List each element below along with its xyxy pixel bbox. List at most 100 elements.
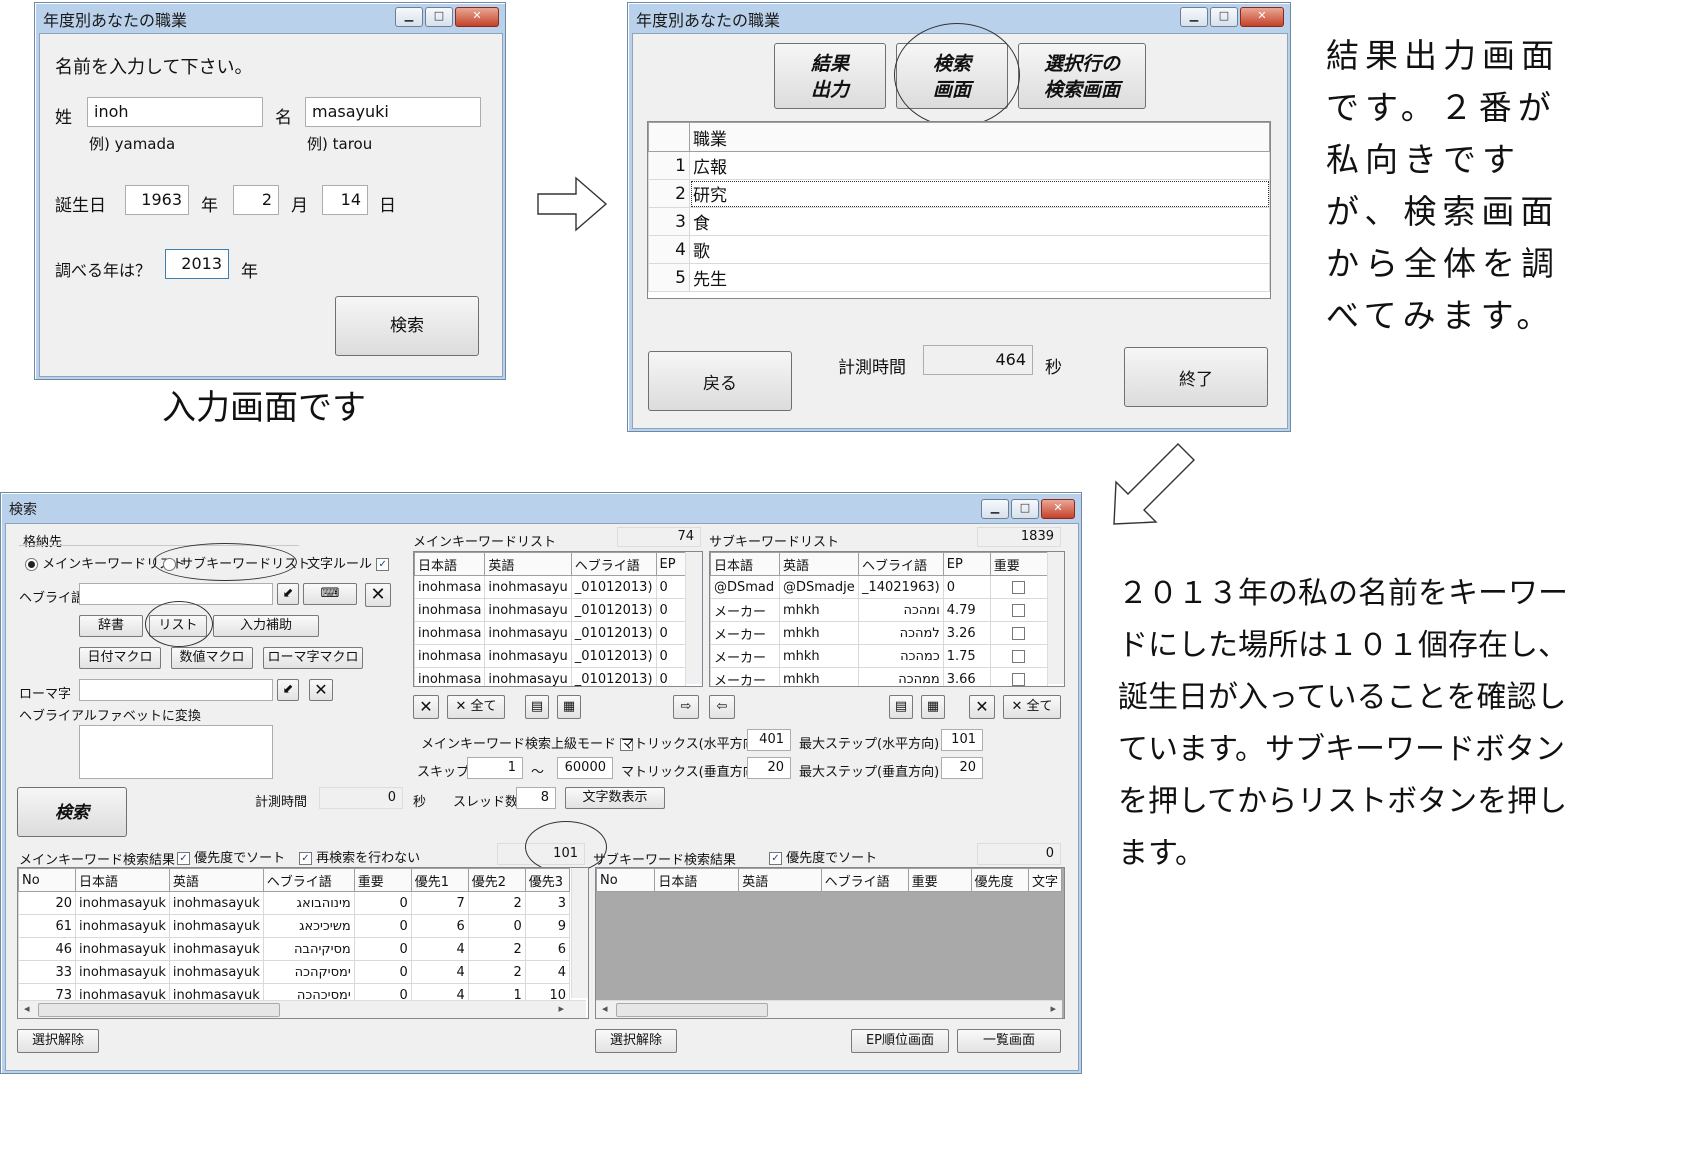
scroll-left-icon[interactable]: ◂	[24, 1002, 30, 1015]
matrix-h-input[interactable]: 401	[747, 729, 791, 751]
maximize-icon[interactable]: □	[1210, 7, 1238, 27]
horizontal-scrollbar[interactable]: ◂ ▸	[596, 1000, 1062, 1018]
radio-main-dot[interactable]	[25, 558, 38, 571]
birth-month-input[interactable]: 2	[233, 185, 279, 215]
main-result-table[interactable]: No 日本語 英語 ヘブライ語 重要 優先1 優先2 優先3 20 inohmas…	[17, 867, 589, 1019]
table-row[interactable]: 5 先生	[648, 263, 1270, 292]
roman-insert-button[interactable]: ⬋	[277, 679, 299, 701]
sort-priority[interactable]: ✓ 優先度でソート	[177, 847, 285, 866]
table-row[interactable]: inohmasa inohmasayu _01012013) 0	[414, 644, 687, 668]
table-row[interactable]: 2 研究	[648, 179, 1270, 208]
sub-keyword-list[interactable]: 日本語 英語 ヘブライ語 EP 重要 @DSmad @DSmadje _140219…	[709, 551, 1065, 687]
open-sub-button[interactable]: ▦	[921, 695, 945, 719]
important-checkbox[interactable]	[1012, 603, 1026, 617]
important-checkbox[interactable]	[1012, 672, 1026, 686]
result-output-button[interactable]: 結果 出力	[774, 43, 886, 109]
vertical-scrollbar[interactable]	[685, 552, 702, 684]
scroll-left-icon[interactable]: ◂	[602, 1002, 608, 1015]
char-rule[interactable]: 文字ルール ✓	[307, 553, 390, 572]
deselect-sub-button[interactable]: 選択解除	[595, 1029, 677, 1053]
roman-macro-button[interactable]: ローマ字マクロ	[263, 647, 363, 669]
table-row[interactable]: 33 inohmasayuk inohmasayuk ימסיקהכה 0 4 2 4	[18, 960, 571, 984]
table-row[interactable]: inohmasa inohmasayu _01012013) 0	[414, 575, 687, 599]
close-icon[interactable]: ✕	[455, 7, 499, 27]
convert-output[interactable]	[79, 725, 273, 779]
mei-input[interactable]: masayuki	[305, 97, 481, 127]
sub-result-table[interactable]: No 日本語 英語 ヘブライ語 重要 優先度 文字 ◂ ▸	[595, 867, 1065, 1019]
exit-button[interactable]: 終了	[1124, 347, 1268, 407]
selected-row-search-button[interactable]: 選択行の 検索画面	[1018, 43, 1146, 109]
scroll-thumb[interactable]	[38, 1003, 280, 1017]
sort-priority-checkbox[interactable]: ✓	[177, 852, 190, 865]
input-help-button[interactable]: 入力補助	[213, 615, 319, 637]
char-rule-checkbox[interactable]: ✓	[376, 558, 390, 571]
list-view-button[interactable]: 一覧画面	[957, 1029, 1061, 1053]
delete-all-sub-button[interactable]: ✕ 全て	[1003, 695, 1061, 719]
keyboard-button[interactable]: ⌨	[303, 583, 357, 605]
number-macro-button[interactable]: 数値マクロ	[171, 647, 253, 669]
sub-sort-priority-checkbox[interactable]: ✓	[769, 852, 782, 865]
deselect-main-button[interactable]: 選択解除	[17, 1029, 99, 1053]
scroll-right-icon[interactable]: ▸	[558, 1002, 564, 1015]
birth-year-input[interactable]: 1963	[125, 185, 189, 215]
scroll-thumb[interactable]	[616, 1003, 768, 1017]
important-checkbox[interactable]	[1012, 580, 1026, 594]
job-cell[interactable]: 食	[689, 207, 1270, 236]
main-keyword-list[interactable]: 日本語 英語 ヘブライ語 EP inohmasa inohmasayu _01012…	[413, 551, 703, 687]
clear-roman-button[interactable]: ✕	[309, 679, 333, 701]
roman-input[interactable]	[79, 679, 273, 701]
advanced-mode[interactable]: メインキーワード検索上級モード	[421, 733, 634, 752]
delete-main-button[interactable]: ✕	[413, 695, 439, 719]
delete-all-main-button[interactable]: ✕ 全て	[447, 695, 505, 719]
table-row[interactable]: inohmasa inohmasayu _01012013) 0	[414, 621, 687, 645]
birth-day-input[interactable]: 14	[322, 185, 368, 215]
save-sub-button[interactable]: ▤	[889, 695, 913, 719]
minimize-icon[interactable]: ▁	[395, 7, 423, 27]
search-button[interactable]: 検索	[335, 296, 479, 356]
date-macro-button[interactable]: 日付マクロ	[79, 647, 161, 669]
no-research-checkbox[interactable]: ✓	[299, 852, 312, 865]
table-row[interactable]: メーカー mhkh למהכה 3.26	[710, 621, 1049, 645]
ep-rank-button[interactable]: EP順位画面	[851, 1029, 949, 1053]
scroll-right-icon[interactable]: ▸	[1050, 1002, 1056, 1015]
maximize-icon[interactable]: □	[425, 7, 453, 27]
table-row[interactable]: inohmasa inohmasayu _01012013) 0	[414, 667, 687, 686]
back-button[interactable]: 戻る	[648, 351, 792, 411]
move-left-button[interactable]: ⇦	[709, 695, 735, 719]
job-cell[interactable]: 広報	[689, 151, 1270, 180]
table-row[interactable]: メーカー mhkh ממהכה 3.66	[710, 667, 1049, 686]
job-cell[interactable]: 先生	[689, 263, 1270, 292]
table-row[interactable]: 1 広報	[648, 151, 1270, 180]
skip-from-input[interactable]: 1	[467, 757, 523, 779]
sei-input[interactable]: inoh	[87, 97, 263, 127]
skip-to-input[interactable]: 60000	[557, 757, 613, 779]
thread-input[interactable]: 8	[516, 787, 556, 809]
maximize-icon[interactable]: □	[1011, 499, 1039, 519]
table-row[interactable]: 3食	[648, 207, 1270, 236]
job-cell[interactable]: 歌	[689, 235, 1270, 264]
max-step-h-input[interactable]: 101	[941, 729, 983, 751]
insert-arrow-button[interactable]: ⬋	[277, 583, 299, 605]
table-row[interactable]: @DSmad @DSmadje _14021963) 0	[710, 575, 1049, 599]
table-row[interactable]: メーカー mhkh ומהכה 4.79	[710, 598, 1049, 622]
save-main-button[interactable]: ▤	[525, 695, 549, 719]
table-row[interactable]: 4歌	[648, 235, 1270, 264]
delete-sub-button[interactable]: ✕	[969, 695, 995, 719]
sub-sort-priority[interactable]: ✓ 優先度でソート	[769, 847, 877, 866]
char-count-button[interactable]: 文字数表示	[565, 787, 665, 809]
max-step-v-input[interactable]: 20	[941, 757, 983, 779]
move-right-button[interactable]: ⇨	[673, 695, 699, 719]
important-checkbox[interactable]	[1012, 626, 1026, 640]
close-icon[interactable]: ✕	[1041, 499, 1075, 519]
table-row[interactable]: 61 inohmasayuk inohmasayuk משיכיכאג 0 6 0 9	[18, 914, 571, 938]
table-row[interactable]: 20 inohmasayuk inohmasayuk מינוהבואג 0 7 2 3	[18, 891, 571, 915]
minimize-icon[interactable]: ▁	[1180, 7, 1208, 27]
minimize-icon[interactable]: ▁	[981, 499, 1009, 519]
open-main-button[interactable]: ▦	[557, 695, 581, 719]
matrix-v-input[interactable]: 20	[747, 757, 791, 779]
important-checkbox[interactable]	[1012, 649, 1026, 663]
search-button[interactable]: 検索	[17, 787, 127, 837]
dict-button[interactable]: 辞書	[79, 615, 143, 637]
vertical-scrollbar[interactable]	[571, 868, 588, 998]
table-row[interactable]: inohmasa inohmasayu _01012013) 0	[414, 598, 687, 622]
